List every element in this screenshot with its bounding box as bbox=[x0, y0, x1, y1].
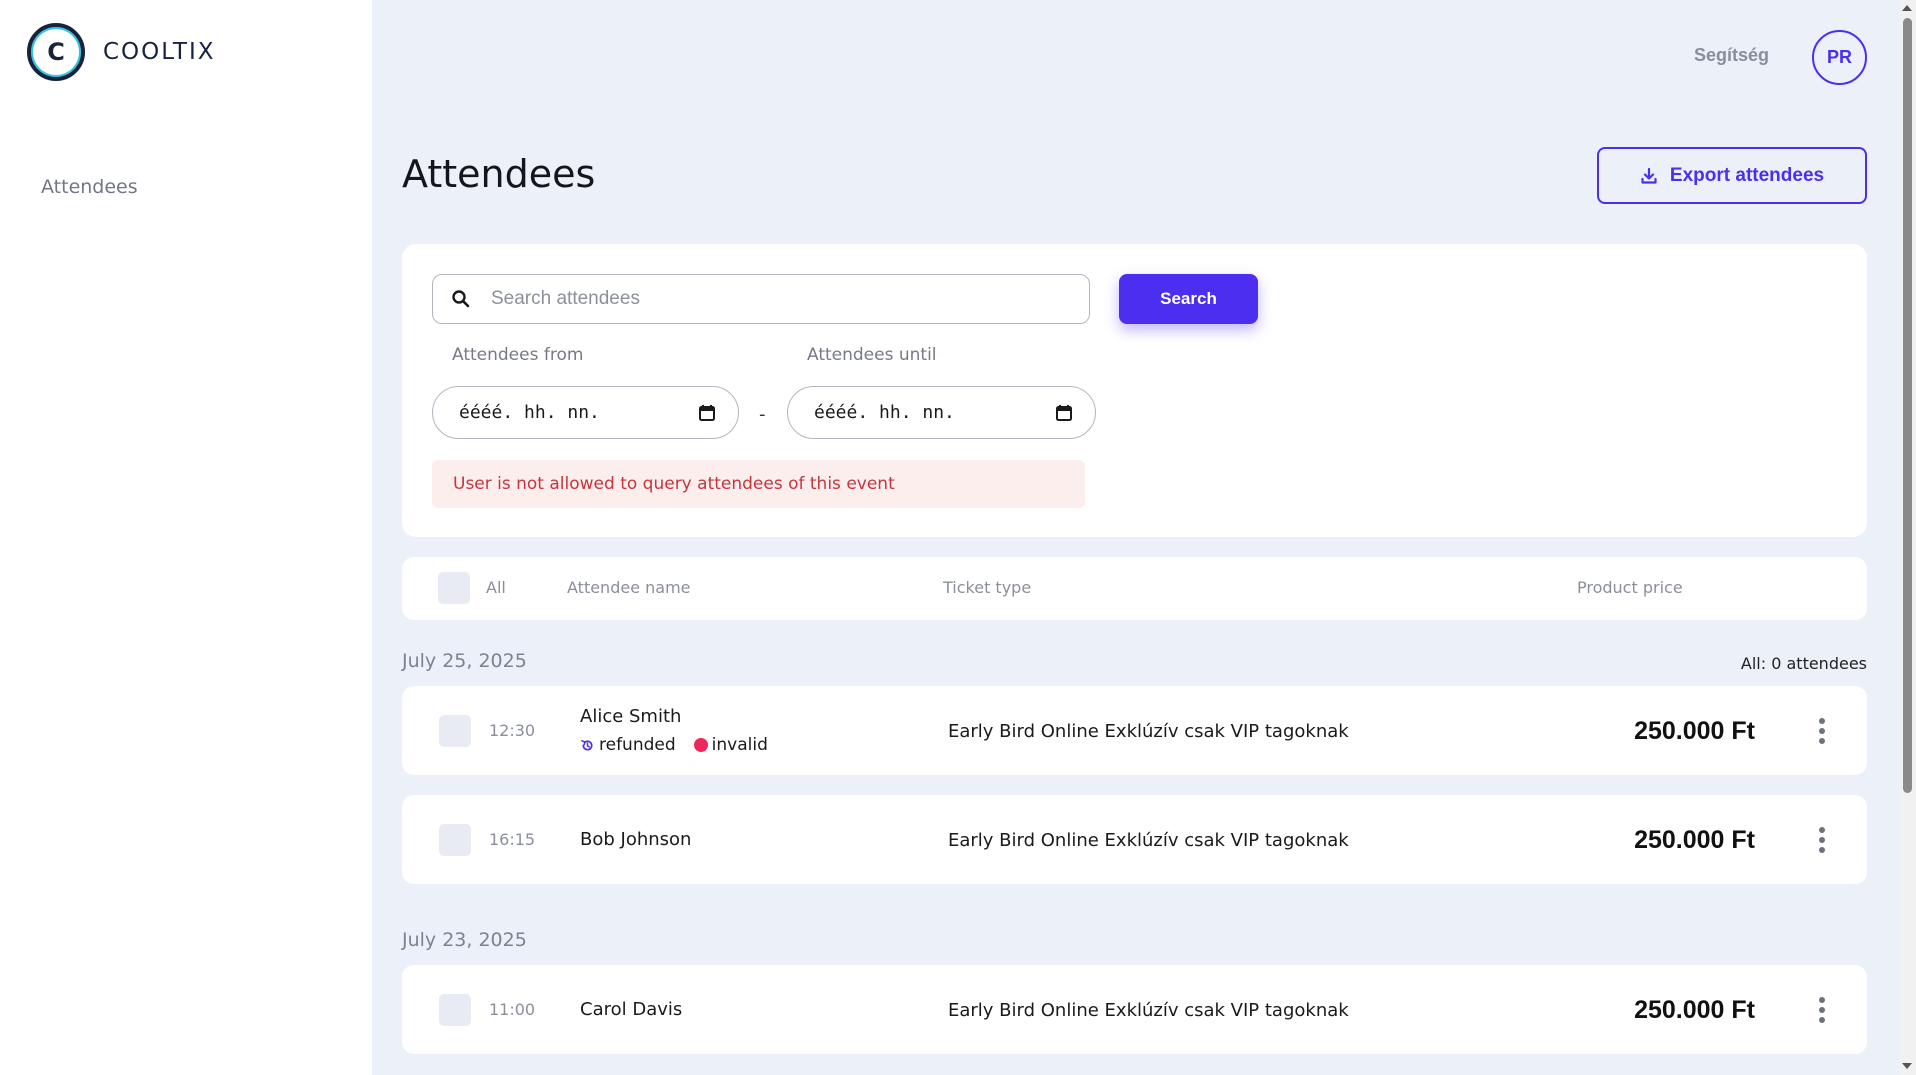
error-message: User is not allowed to query attendees o… bbox=[432, 460, 1085, 508]
column-attendee-name[interactable]: Attendee name bbox=[567, 578, 691, 597]
row-time: 16:15 bbox=[489, 830, 536, 849]
product-price: 250.000 Ft bbox=[1634, 996, 1755, 1024]
table-row[interactable]: 11:00 Carol Davis Early Bird Online Exkl… bbox=[402, 965, 1867, 1054]
avatar[interactable]: PR bbox=[1812, 30, 1867, 85]
table-row[interactable]: 12:30 Alice Smith refunded invalid Early… bbox=[402, 686, 1867, 775]
date-until-label: Attendees until bbox=[807, 345, 937, 365]
ticket-type: Early Bird Online Exklúzív csak VIP tago… bbox=[948, 1000, 1349, 1021]
refunded-label: refunded bbox=[599, 735, 676, 755]
row-menu-icon[interactable] bbox=[1817, 718, 1827, 744]
help-link[interactable]: Segítség bbox=[1694, 45, 1769, 66]
search-button[interactable]: Search bbox=[1119, 274, 1258, 324]
scrollbar-thumb[interactable] bbox=[1903, 18, 1912, 793]
date-from-value: éééé. hh. nn. bbox=[459, 402, 600, 423]
download-icon bbox=[1641, 167, 1657, 184]
export-attendees-button[interactable]: Export attendees bbox=[1597, 147, 1867, 204]
search-icon bbox=[452, 290, 470, 308]
scroll-up-icon[interactable] bbox=[1902, 5, 1912, 11]
row-time: 12:30 bbox=[489, 721, 536, 740]
attendee-count: All: 0 attendees bbox=[1740, 654, 1867, 673]
ticket-type: Early Bird Online Exklúzív csak VIP tago… bbox=[948, 721, 1349, 742]
product-price: 250.000 Ft bbox=[1634, 826, 1755, 854]
invalid-label: invalid bbox=[711, 735, 768, 755]
date-from-input[interactable]: éééé. hh. nn. bbox=[432, 386, 739, 439]
search-input[interactable] bbox=[491, 288, 1051, 310]
ticket-type: Early Bird Online Exklúzív csak VIP tago… bbox=[948, 830, 1349, 851]
page-title: Attendees bbox=[402, 152, 596, 196]
scroll-down-icon[interactable] bbox=[1902, 1063, 1912, 1069]
row-menu-icon[interactable] bbox=[1817, 827, 1827, 853]
row-checkbox[interactable] bbox=[439, 824, 471, 856]
search-box[interactable] bbox=[432, 274, 1090, 324]
row-menu-icon[interactable] bbox=[1817, 997, 1827, 1023]
export-label: Export attendees bbox=[1669, 164, 1825, 186]
column-ticket-type[interactable]: Ticket type bbox=[943, 578, 1031, 597]
refunded-badge: refunded bbox=[580, 735, 676, 755]
column-product-price[interactable]: Product price bbox=[1577, 578, 1683, 597]
table-row[interactable]: 16:15 Bob Johnson Early Bird Online Exkl… bbox=[402, 795, 1867, 884]
row-time: 11:00 bbox=[489, 1000, 536, 1019]
date-from-label: Attendees from bbox=[452, 345, 584, 365]
row-checkbox[interactable] bbox=[439, 715, 471, 747]
attendee-name: Alice Smith bbox=[580, 706, 682, 727]
calendar-icon[interactable] bbox=[1055, 404, 1073, 422]
logo-icon: C bbox=[27, 23, 85, 81]
column-all: All bbox=[486, 578, 506, 597]
status-badges: refunded invalid bbox=[580, 735, 768, 755]
filter-card: Search Attendees from Attendees until éé… bbox=[402, 244, 1867, 537]
row-checkbox[interactable] bbox=[439, 994, 471, 1026]
date-until-input[interactable]: éééé. hh. nn. bbox=[787, 386, 1096, 439]
refund-icon bbox=[581, 739, 593, 751]
date-separator: - bbox=[759, 404, 766, 425]
date-group-heading: July 25, 2025 bbox=[402, 650, 527, 672]
table-header: All Attendee name Ticket type Product pr… bbox=[402, 557, 1867, 620]
date-group-heading: July 23, 2025 bbox=[402, 929, 527, 951]
sidebar-item-attendees[interactable]: Attendees bbox=[41, 176, 138, 198]
invalid-dot-icon bbox=[693, 738, 708, 752]
invalid-badge: invalid bbox=[693, 735, 768, 755]
product-price: 250.000 Ft bbox=[1634, 717, 1755, 745]
date-until-value: éééé. hh. nn. bbox=[814, 402, 955, 423]
attendee-name: Bob Johnson bbox=[580, 829, 692, 850]
brand-name: COOLTIX bbox=[103, 39, 216, 65]
select-all-checkbox[interactable] bbox=[438, 572, 470, 604]
attendee-name: Carol Davis bbox=[580, 999, 683, 1020]
scrollbar[interactable] bbox=[1899, 0, 1916, 1075]
sidebar: C COOLTIX Attendees bbox=[0, 0, 372, 1075]
calendar-icon[interactable] bbox=[698, 404, 716, 422]
brand-logo[interactable]: C COOLTIX bbox=[27, 23, 216, 81]
